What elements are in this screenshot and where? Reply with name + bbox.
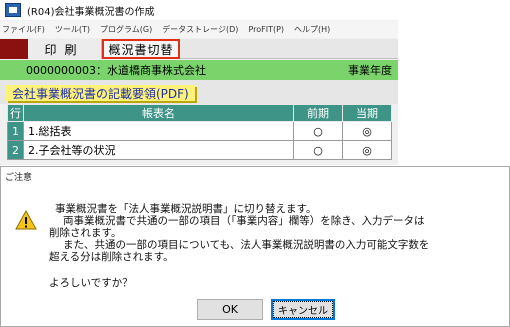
row-number: 2 xyxy=(7,140,24,160)
menu-file[interactable]: ファイル(F) xyxy=(2,24,45,35)
report-name[interactable]: 1.総括表 xyxy=(23,121,294,141)
report-table: 行 帳表名 前期 当期 1 1.総括表 ○ ◎ 2 2.子会社等の状況 ○ ◎ xyxy=(7,104,392,160)
company-bar: 0000000003：水道橋商事株式会社 事業年度 xyxy=(0,60,398,80)
menu-bar: ファイル(F) ツール(T) プログラム(G) データストレージ(D) ProF… xyxy=(0,21,398,38)
menu-program[interactable]: プログラム(G) xyxy=(100,24,152,35)
message-line: 事業概況書を「法人事業概況説明書」に切り替えます。 xyxy=(55,203,317,215)
col-name-header: 帳表名 xyxy=(23,104,294,122)
col-row-header: 行 xyxy=(7,104,24,122)
curr-mark[interactable]: ◎ xyxy=(342,121,392,141)
window-title: (R04)会社事業概況書の作成 xyxy=(27,6,155,18)
menu-profit[interactable]: ProFIT(P) xyxy=(248,25,284,34)
print-button[interactable]: 印刷 xyxy=(28,39,102,59)
ok-button[interactable]: OK xyxy=(197,299,263,320)
title-bar: (R04)会社事業概況書の作成 xyxy=(0,0,398,20)
dialog-message: 事業概況書を「法人事業概況説明書」に切り替えます。 両事業概況書で共通の一部の項… xyxy=(49,203,509,289)
cancel-button[interactable]: キャンセル xyxy=(271,299,335,320)
report-name[interactable]: 2.子会社等の状況 xyxy=(23,140,294,160)
table-row[interactable]: 2 2.子会社等の状況 ○ ◎ xyxy=(7,140,392,160)
prev-mark[interactable]: ○ xyxy=(293,140,343,160)
message-line: また、共通の一部の項目についても、法人事業概況説明書の入力可能文字数を xyxy=(63,239,430,251)
message-line: 削除されます。 xyxy=(49,227,122,239)
menu-tool[interactable]: ツール(T) xyxy=(55,24,90,35)
confirm-question: よろしいですか？ xyxy=(49,277,133,289)
message-line: 両事業概況書で共通の一部の項目（「事業内容」欄等）を除き、入力データは xyxy=(63,215,425,227)
curr-mark[interactable]: ◎ xyxy=(342,140,392,160)
col-curr-header: 当期 xyxy=(342,104,392,122)
toolbar-color-block xyxy=(0,39,28,59)
table-row[interactable]: 1 1.総括表 ○ ◎ xyxy=(7,121,392,141)
switch-report-button[interactable]: 概況書切替 xyxy=(102,39,180,59)
menu-help[interactable]: ヘルプ(H) xyxy=(294,24,330,35)
menu-datastorage[interactable]: データストレージ(D) xyxy=(162,24,238,35)
warning-icon xyxy=(15,210,37,230)
cancel-button-label: キャンセル xyxy=(273,301,333,318)
main-window: (R04)会社事業概況書の作成 ファイル(F) ツール(T) プログラム(G) … xyxy=(0,0,398,165)
toolbar: 印刷 概況書切替 xyxy=(0,39,398,59)
company-code-name: 0000000003：水道橋商事株式会社 xyxy=(26,64,206,77)
row-number: 1 xyxy=(7,121,24,141)
caution-dialog: ご注意 事業概況書を「法人事業概況説明書」に切り替えます。 両事業概況書で共通の… xyxy=(0,166,510,327)
dialog-title: ご注意 xyxy=(5,173,33,183)
prev-mark[interactable]: ○ xyxy=(293,121,343,141)
app-icon xyxy=(5,3,21,17)
guide-pdf-link[interactable]: 会社事業概況書の記載要領(PDF) xyxy=(6,85,195,101)
col-prev-header: 前期 xyxy=(293,104,343,122)
section-area: 会社事業概況書の記載要領(PDF) xyxy=(0,80,398,104)
message-line: 超える分は削除されます。 xyxy=(49,251,174,263)
table-header-row: 行 帳表名 前期 当期 xyxy=(7,104,392,122)
fiscal-year-label: 事業年度 xyxy=(348,64,392,77)
